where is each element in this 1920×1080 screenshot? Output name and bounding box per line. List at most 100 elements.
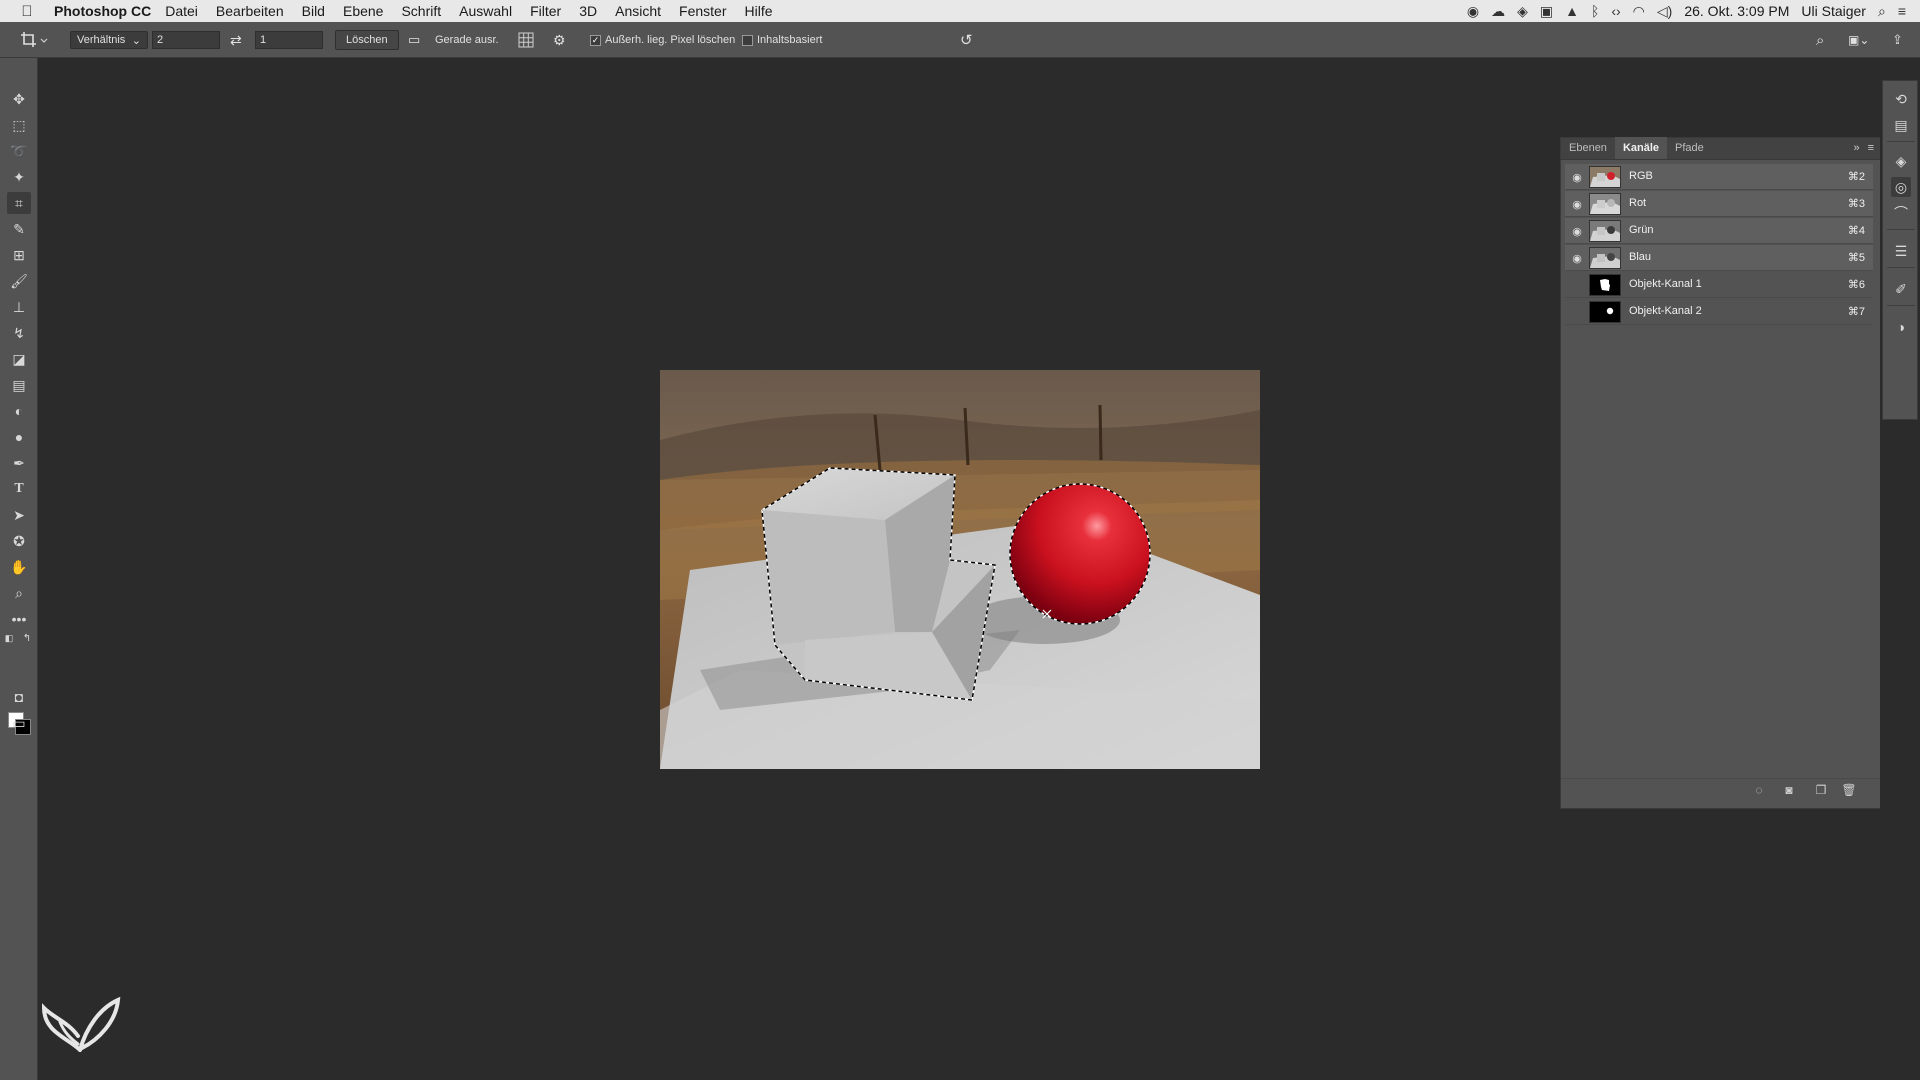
panel-menu-icon[interactable]: ≡ [1868, 142, 1874, 154]
menu-ansicht[interactable]: Ansicht [615, 3, 661, 19]
clear-button[interactable]: Löschen [335, 30, 399, 50]
channels-icon[interactable]: ◎ [1891, 177, 1911, 197]
zoom-tool-icon[interactable]: ⌕ [7, 582, 31, 604]
collapse-panel-icon[interactable]: » [1853, 142, 1859, 154]
menu-bearbeiten[interactable]: Bearbeiten [216, 3, 284, 19]
default-colors-icon[interactable]: ◧ [2, 632, 16, 644]
tab-kanaele[interactable]: Kanäle [1614, 137, 1668, 159]
content-aware-checkbox[interactable] [742, 34, 753, 46]
brush-tool-icon[interactable]: 🖌 [7, 270, 31, 292]
more-tools-icon[interactable]: ••• [7, 608, 31, 630]
marquee-tool-icon[interactable]: ⬚ [7, 114, 31, 136]
crop-tool-icon[interactable]: ⌗ [7, 192, 31, 214]
menu-schrift[interactable]: Schrift [401, 3, 441, 19]
delete-pixels-checkbox[interactable]: ✓ [590, 34, 601, 46]
app-s-icon[interactable]: ▣ [1540, 3, 1553, 20]
patch-tool-icon[interactable]: ⊞ [7, 244, 31, 266]
channel-row-objekt-kanal-2[interactable]: Objekt-Kanal 2 ⌘7 [1565, 299, 1873, 325]
new-channel-icon[interactable]: ❐ [1813, 783, 1829, 797]
pen-tool-icon[interactable]: ✒ [7, 452, 31, 474]
creative-cloud-icon[interactable]: ☁ [1491, 3, 1505, 20]
workspace-icon[interactable]: ▣⌄ [1848, 30, 1869, 50]
code-icon[interactable]: ‹› [1611, 3, 1620, 19]
dodge-icon[interactable]: ● [7, 426, 31, 448]
menu-auswahl[interactable]: Auswahl [459, 3, 512, 19]
menu-3d[interactable]: 3D [579, 3, 597, 19]
ratio-select[interactable]: Verhältnis ⌄ [70, 31, 148, 49]
adjustments-icon[interactable]: ◑ [1891, 317, 1911, 337]
date-time[interactable]: 26. Okt. 3:09 PM [1684, 3, 1789, 19]
menu-datei[interactable]: Datei [165, 3, 198, 19]
menu-ebene[interactable]: Ebene [343, 3, 383, 19]
load-selection-icon[interactable]: ◌ [1751, 783, 1767, 797]
quick-mask-icon[interactable]: ◘ [7, 686, 31, 708]
channel-row-blau[interactable]: ◉ Blau ⌘5 [1565, 245, 1873, 271]
spotlight-search-icon[interactable]: ⌕ [1878, 3, 1886, 20]
libraries-icon[interactable]: ▤ [1891, 115, 1911, 135]
move-tool-icon[interactable]: ✥ [7, 88, 31, 110]
reset-icon[interactable]: ↺ [960, 30, 973, 50]
menu-fenster[interactable]: Fenster [679, 3, 726, 19]
right-dock: ⟲ ▤ ◈ ◎ ⌒ ☰ ✐ ◑ [1880, 58, 1920, 1080]
content-aware-option[interactable]: Inhaltsbasiert [742, 30, 822, 50]
type-tool-icon[interactable]: T [7, 478, 31, 500]
eye-icon[interactable]: ◉ [1571, 225, 1583, 238]
shape-tool-icon[interactable]: ✪ [7, 530, 31, 552]
eye-hidden-icon[interactable] [1571, 279, 1583, 291]
crop-preset-icon[interactable] [20, 30, 48, 50]
menu-bild[interactable]: Bild [302, 3, 325, 19]
channel-row-rot[interactable]: ◉ Rot ⌘3 [1565, 191, 1873, 217]
app-name-menu[interactable]: Photoshop CC [54, 3, 151, 19]
swap-icon[interactable]: ⇄ [230, 30, 242, 50]
channel-row-objekt-kanal-1[interactable]: Objekt-Kanal 1 ⌘6 [1565, 272, 1873, 298]
magic-wand-icon[interactable]: ✦ [7, 166, 31, 188]
tab-ebenen[interactable]: Ebenen [1561, 137, 1615, 159]
stamp-tool-icon[interactable]: ⊥ [7, 296, 31, 318]
menu-filter[interactable]: Filter [530, 3, 561, 19]
eyedropper-icon[interactable]: ✎ [7, 218, 31, 240]
history-icon[interactable]: ⟲ [1891, 89, 1911, 109]
apple-icon[interactable]:  [14, 3, 40, 20]
straighten-label[interactable]: Gerade ausr. [435, 30, 499, 50]
eye-icon[interactable]: ◉ [1571, 252, 1583, 265]
volume-icon[interactable]: ◁) [1657, 3, 1672, 20]
record-icon[interactable]: ◉ [1467, 3, 1479, 20]
channel-row-rgb[interactable]: ◉ RGB ⌘2 [1565, 164, 1873, 190]
warning-icon[interactable]: ▲ [1565, 3, 1579, 19]
search-icon[interactable]: ⌕ [1816, 30, 1824, 50]
eye-hidden-icon[interactable] [1571, 306, 1583, 318]
tab-pfade[interactable]: Pfade [1667, 137, 1712, 159]
paths-icon[interactable]: ⌒ [1891, 203, 1911, 223]
menu-hilfe[interactable]: Hilfe [745, 3, 773, 19]
overlay-grid-icon[interactable] [518, 30, 534, 50]
trash-icon[interactable]: 🗑 [1841, 783, 1857, 797]
eye-icon[interactable]: ◉ [1571, 198, 1583, 211]
save-selection-icon[interactable]: ◙ [1781, 783, 1797, 797]
dropbox-icon[interactable]: ◈ [1517, 3, 1528, 20]
wifi-icon[interactable]: ◠ [1633, 3, 1645, 20]
hand-tool-icon[interactable]: ✋ [7, 556, 31, 578]
blur-icon[interactable]: ◐ [7, 400, 31, 422]
brush-settings-icon[interactable]: ✐ [1891, 279, 1911, 299]
notification-list-icon[interactable]: ≡ [1898, 3, 1906, 19]
ratio-height-input[interactable]: 1 [255, 31, 323, 49]
screen-mode-icon[interactable]: ▭ [7, 712, 31, 734]
gear-icon[interactable]: ⚙ [553, 30, 566, 50]
user-name[interactable]: Uli Staiger [1801, 3, 1866, 19]
swap-colors-icon[interactable]: ↰ [20, 632, 34, 644]
path-selection-icon[interactable]: ➤ [7, 504, 31, 526]
share-icon[interactable]: ⇪ [1892, 30, 1903, 50]
eye-icon[interactable]: ◉ [1571, 171, 1583, 184]
ratio-width-input[interactable]: 2 [152, 31, 220, 49]
delete-pixels-option[interactable]: ✓ Außerh. lieg. Pixel löschen [590, 30, 735, 50]
properties-icon[interactable]: ☰ [1891, 241, 1911, 261]
gradient-icon[interactable]: ▤ [7, 374, 31, 396]
eraser-icon[interactable]: ◪ [7, 348, 31, 370]
lasso-tool-icon[interactable]: ➰ [7, 140, 31, 162]
straighten-icon[interactable]: ▭ [408, 30, 420, 50]
document-canvas[interactable] [660, 370, 1260, 769]
history-brush-icon[interactable]: ↯ [7, 322, 31, 344]
layers-icon[interactable]: ◈ [1891, 151, 1911, 171]
channel-row-gruen[interactable]: ◉ Grün ⌘4 [1565, 218, 1873, 244]
bluetooth-icon[interactable]: ᛒ [1591, 3, 1599, 19]
